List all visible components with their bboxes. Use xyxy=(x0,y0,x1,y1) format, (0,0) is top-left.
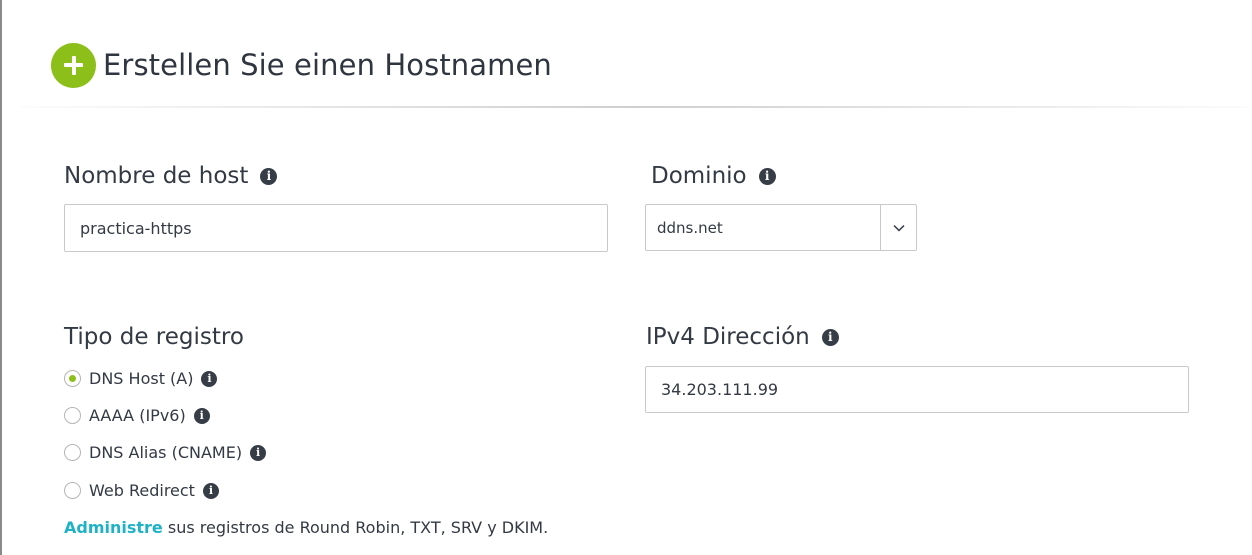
hostname-input[interactable] xyxy=(64,204,608,252)
domain-info-icon[interactable]: i xyxy=(758,167,776,185)
domain-select-value: ddns.net xyxy=(657,218,723,237)
record-type-option-aaaa[interactable]: AAAA (IPv6) i xyxy=(64,406,210,425)
hostname-label-row: Nombre de host i xyxy=(64,163,278,189)
record-type-option-label: Web Redirect xyxy=(89,481,195,500)
manage-records-text: sus registros de Round Robin, TXT, SRV y… xyxy=(162,518,549,537)
chevron-down-icon xyxy=(892,224,905,232)
hostname-label: Nombre de host xyxy=(64,163,249,189)
page-title: Erstellen Sie einen Hostnamen xyxy=(103,48,552,82)
record-aaaa-info-icon[interactable]: i xyxy=(193,407,210,424)
record-a-info-icon[interactable]: i xyxy=(201,370,218,387)
record-type-label-row: Tipo de registro xyxy=(64,324,244,350)
radio-button[interactable] xyxy=(64,407,81,424)
record-type-option-label: AAAA (IPv6) xyxy=(89,406,186,425)
ipv4-label: IPv4 Dirección xyxy=(646,324,810,350)
manage-records-note: Administre sus registros de Round Robin,… xyxy=(64,518,548,537)
record-type-option-label: DNS Host (A) xyxy=(89,369,194,388)
record-redirect-info-icon[interactable]: i xyxy=(202,482,219,499)
record-type-option-a[interactable]: DNS Host (A) i xyxy=(64,369,218,388)
domain-dropdown-toggle[interactable] xyxy=(880,205,916,250)
record-type-option-redirect[interactable]: Web Redirect i xyxy=(64,481,219,500)
radio-button[interactable] xyxy=(64,444,81,461)
page-header: Erstellen Sie einen Hostnamen xyxy=(51,42,552,88)
manage-records-link[interactable]: Administre xyxy=(64,518,163,537)
domain-label: Dominio xyxy=(651,163,747,189)
record-type-label: Tipo de registro xyxy=(64,324,244,350)
header-divider xyxy=(20,106,1250,108)
ipv4-label-row: IPv4 Dirección i xyxy=(646,324,839,350)
record-type-option-cname[interactable]: DNS Alias (CNAME) i xyxy=(64,443,267,462)
record-cname-info-icon[interactable]: i xyxy=(250,444,267,461)
ipv4-input[interactable] xyxy=(645,366,1189,413)
ipv4-info-icon[interactable]: i xyxy=(821,328,839,346)
domain-label-row: Dominio i xyxy=(651,163,776,189)
radio-button-checked[interactable] xyxy=(64,370,81,387)
radio-button[interactable] xyxy=(64,482,81,499)
record-type-option-label: DNS Alias (CNAME) xyxy=(89,443,243,462)
domain-select[interactable]: ddns.net xyxy=(645,204,917,251)
hostname-info-icon[interactable]: i xyxy=(260,167,278,185)
left-border xyxy=(0,0,2,555)
plus-circle-icon xyxy=(51,42,96,88)
